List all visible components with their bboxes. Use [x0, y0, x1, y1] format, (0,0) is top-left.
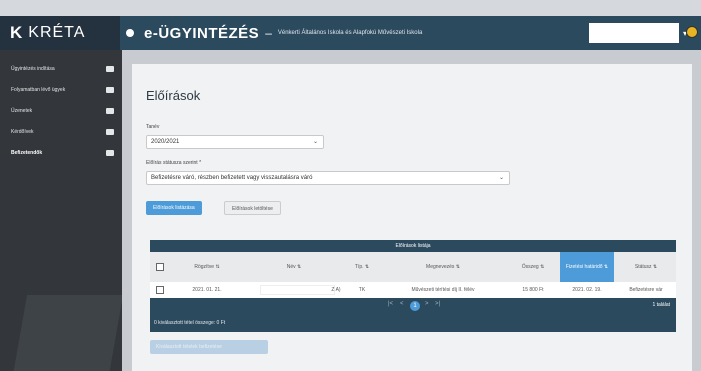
status-label: Előírás státusza szerint * [146, 160, 202, 166]
col-statusz[interactable]: Státusz ⇅ [616, 252, 676, 282]
select-all-checkbox[interactable] [156, 263, 164, 271]
tanev-value: 2020/2021 [151, 139, 180, 145]
title-separator: – [265, 26, 272, 40]
mail-icon [106, 107, 114, 114]
sidebar-item-uzenetek[interactable]: Üzenetek [0, 100, 122, 121]
redacted-name [260, 285, 335, 295]
cell-amount: 15 800 Ft [522, 287, 544, 293]
bank-icon [106, 149, 114, 156]
tanev-label: Tanév [146, 124, 160, 130]
list-button[interactable]: Előírások listázása [146, 201, 202, 215]
main-content: Előírások Tanév 2020/2021 ⌄ Előírás stát… [122, 50, 701, 371]
app-title: e-ÜGYINTÉZÉS [144, 24, 260, 42]
school-name: Vénkerti Általános Iskola és Alapfokú Mű… [277, 30, 423, 36]
sidebar-item-label: Folyamatban lévő ügyek [11, 86, 66, 93]
menu-toggle-icon[interactable] [126, 29, 134, 37]
cell-due: 2021. 02. 19. [572, 287, 602, 293]
next-page-icon[interactable]: > [425, 301, 429, 307]
first-page-icon[interactable]: |< [388, 301, 393, 307]
chevron-down-icon: ⌄ [498, 175, 504, 181]
col-tipus[interactable]: Típ. ⇅ [346, 252, 378, 282]
sidebar-item-befizetendok[interactable]: Befizetendők [0, 142, 122, 163]
brand[interactable]: K KRÉTA [0, 16, 120, 50]
background-reflection [12, 295, 124, 371]
cell-date: 2021. 01. 21. [192, 287, 222, 293]
sidebar-item-kerdoivek[interactable]: Kérdőívek [0, 121, 122, 142]
user-badge-icon[interactable] [686, 26, 698, 38]
prev-page-icon[interactable]: < [400, 301, 404, 307]
pay-selected-button[interactable]: Kiválasztott tételek befizetése [150, 340, 268, 354]
download-button[interactable]: Előírások letöltése [224, 201, 281, 215]
col-nev[interactable]: Név ⇅ [242, 252, 346, 282]
sidebar-item-label: Ügyintézés indítása [11, 65, 55, 72]
page-title: Előírások [146, 88, 201, 103]
status-select[interactable]: Befizetésre váró, részben befizetett vag… [146, 171, 510, 185]
cell-desc: Művészeti térítési díj II. félév [411, 287, 475, 293]
table-caption: Előírások listája [150, 240, 676, 252]
edit-icon [106, 65, 114, 72]
status-value: Befizetésre váró, részben befizetett vag… [151, 175, 313, 181]
result-count: 1 találat [652, 302, 670, 308]
last-page-icon[interactable]: >| [435, 301, 440, 307]
sidebar-item-label: Befizetendők [11, 149, 43, 156]
cell-name: Z A) [331, 287, 341, 293]
sidebar-item-folyamatban[interactable]: Folyamatban lévő ügyek [0, 79, 122, 100]
sidebar-item-ugyintezes-inditasa[interactable]: Ügyintézés indítása [0, 58, 122, 79]
cell-type: TK [358, 287, 366, 293]
content-card: Előírások Tanév 2020/2021 ⌄ Előírás stát… [132, 64, 692, 371]
col-osszeg[interactable]: Összeg ⇅ [508, 252, 558, 282]
user-name-redacted[interactable] [589, 23, 679, 43]
col-rogzitve[interactable]: Rögzítve ⇅ [172, 252, 242, 282]
row-checkbox[interactable] [156, 286, 164, 294]
list-icon [106, 128, 114, 135]
folder-icon [106, 86, 114, 93]
col-fizetesi-hatarido[interactable]: Fizetési határidő ⇅ [560, 252, 614, 282]
selection-total: 0 kiválasztott tétel összege: 0 Ft [154, 320, 226, 326]
cell-status: Befizetésre vár [629, 287, 663, 293]
table-row[interactable]: 2021. 01. 21. Z A) TK Művészeti térítési… [150, 282, 676, 298]
browser-strip [0, 0, 701, 16]
col-megnevezes[interactable]: Megnevezés ⇅ [378, 252, 508, 282]
pager: |< < 1 > >| 1 találat [150, 298, 676, 314]
table-header: Rögzítve ⇅ Név ⇅ Típ. ⇅ Megnevezés ⇅ Öss… [150, 252, 676, 282]
sidebar: Ügyintézés indítása Folyamatban lévő ügy… [0, 50, 124, 371]
sidebar-item-label: Üzenetek [11, 107, 33, 114]
sidebar-item-label: Kérdőívek [11, 128, 34, 135]
brand-name: KRÉTA [28, 24, 86, 41]
top-bar: K KRÉTA e-ÜGYINTÉZÉS – Vénkerti Általáno… [0, 16, 701, 50]
page-1-button[interactable]: 1 [410, 301, 420, 311]
chevron-down-icon: ⌄ [312, 139, 318, 145]
selection-total-bar: 0 kiválasztott tétel összege: 0 Ft [150, 314, 676, 332]
screen: K KRÉTA e-ÜGYINTÉZÉS – Vénkerti Általáno… [0, 0, 701, 371]
kreta-logo-icon: K [10, 23, 23, 42]
tanev-select[interactable]: 2020/2021 ⌄ [146, 135, 324, 149]
